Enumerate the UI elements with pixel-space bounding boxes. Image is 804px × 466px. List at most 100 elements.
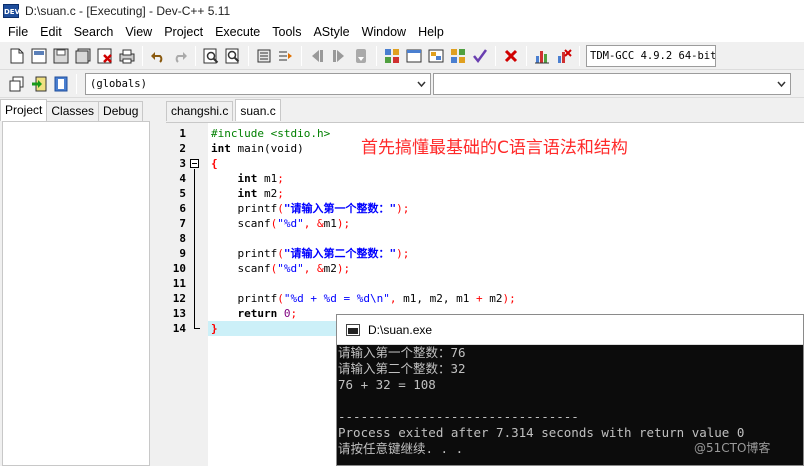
goto-line-button[interactable] xyxy=(276,46,296,66)
code-line-6: printf("请输入第一个整数："); xyxy=(237,202,410,215)
console-line: Process exited after 7.314 seconds with … xyxy=(338,425,745,440)
close-file-icon xyxy=(97,48,112,63)
toolbar-separator xyxy=(76,73,77,94)
undo-icon xyxy=(151,51,163,63)
fold-line xyxy=(194,169,195,328)
app-icon: DEV xyxy=(3,4,20,18)
title-bar: DEV D:\suan.c - [Executing] - Dev-C++ 5.… xyxy=(0,0,804,22)
replace-button[interactable] xyxy=(223,46,243,66)
add-to-project-button[interactable] xyxy=(29,74,49,94)
menu-edit[interactable]: Edit xyxy=(34,22,68,42)
chevron-down-icon xyxy=(417,81,426,87)
save-button[interactable] xyxy=(51,46,71,66)
undo-button[interactable] xyxy=(148,46,168,66)
bar-chart-icon xyxy=(535,50,549,63)
menu-project[interactable]: Project xyxy=(158,22,209,42)
console-line: -------------------------------- xyxy=(338,409,579,424)
toolbar-separator xyxy=(376,45,377,66)
project-options-button[interactable] xyxy=(51,74,71,94)
new-file-icon xyxy=(10,48,24,63)
tab-project[interactable]: Project xyxy=(0,99,48,121)
tab-debug[interactable]: Debug xyxy=(98,101,144,121)
left-panel: Project Classes Debug xyxy=(0,98,163,466)
new-project-button[interactable] xyxy=(7,74,27,94)
compiler-select[interactable]: TDM-GCC 4.9.2 64-bit Release xyxy=(586,44,716,67)
tab-classes[interactable]: Classes xyxy=(46,101,100,121)
menu-help[interactable]: Help xyxy=(412,22,450,42)
line-number: 2 xyxy=(179,142,186,155)
code-line-3: { xyxy=(211,157,218,170)
menu-search[interactable]: Search xyxy=(68,22,120,42)
indent-button[interactable] xyxy=(254,46,274,66)
menu-file[interactable]: File xyxy=(2,22,34,42)
console-line: 76 + 32 = 108 xyxy=(338,377,436,392)
line-number: 13 xyxy=(172,307,186,320)
fold-toggle[interactable] xyxy=(190,159,199,168)
print-button[interactable] xyxy=(117,46,137,66)
syntax-check-button[interactable] xyxy=(470,46,490,66)
save-all-button[interactable] xyxy=(73,46,93,66)
bookmark-button[interactable] xyxy=(351,46,371,66)
line-number: 1 xyxy=(179,127,186,140)
menu-execute[interactable]: Execute xyxy=(209,22,266,42)
toolbar-separator xyxy=(248,45,249,66)
run-button[interactable] xyxy=(404,46,424,66)
console-line: 请输入第二个整数：32 xyxy=(338,361,466,376)
line-number: 11 xyxy=(172,277,186,290)
add-arrow-icon xyxy=(32,76,47,91)
profile-button[interactable] xyxy=(532,46,552,66)
run-icon xyxy=(406,49,422,62)
redo-button[interactable] xyxy=(170,46,190,66)
rebuild-button[interactable] xyxy=(448,46,468,66)
console-icon xyxy=(346,323,360,336)
line-gutter: 1 2 3 4 5 6 7 8 9 10 11 12 13 14 xyxy=(166,123,208,466)
line-number: 12 xyxy=(172,292,186,305)
next-page-icon xyxy=(333,49,344,62)
line-number: 3 xyxy=(179,157,186,170)
console-line: 请输入第一个整数：76 xyxy=(338,345,466,360)
find-button[interactable] xyxy=(201,46,221,66)
new-file-button[interactable] xyxy=(7,46,27,66)
toolbar-separator xyxy=(495,45,496,66)
menu-tools[interactable]: Tools xyxy=(266,22,307,42)
open-icon xyxy=(31,48,47,63)
tab-changshi-c[interactable]: changshi.c xyxy=(166,101,234,121)
window-title: D:\suan.c - [Executing] - Dev-C++ 5.11 xyxy=(25,4,231,18)
project-icon xyxy=(9,76,24,91)
compile-run-icon xyxy=(428,49,444,62)
delete-profile-button[interactable] xyxy=(554,46,574,66)
code-line-13: return 0; xyxy=(237,307,298,320)
menu-astyle[interactable]: AStyle xyxy=(307,22,355,42)
compile-icon xyxy=(385,48,399,63)
menu-window[interactable]: Window xyxy=(356,22,412,42)
close-file-button[interactable] xyxy=(95,46,115,66)
options-icon xyxy=(54,76,68,91)
stop-execution-button[interactable] xyxy=(501,46,521,66)
code-line-2: int main(void) xyxy=(211,142,304,155)
code-line-9: printf("请输入第二个整数："); xyxy=(237,247,410,260)
globals-dropdown[interactable]: (globals) xyxy=(85,72,431,95)
prev-page-button[interactable] xyxy=(307,46,327,66)
compile-run-button[interactable] xyxy=(426,46,446,66)
open-button[interactable] xyxy=(29,46,49,66)
delete-profile-icon xyxy=(558,48,572,63)
toolbar-separator xyxy=(195,45,196,66)
members-dropdown[interactable] xyxy=(433,72,791,95)
tab-suan-c[interactable]: suan.c xyxy=(235,99,281,121)
stop-x-icon xyxy=(504,49,518,62)
checkmark-icon xyxy=(473,48,488,63)
replace-icon xyxy=(225,48,240,63)
menu-view[interactable]: View xyxy=(119,22,158,42)
save-icon xyxy=(53,48,69,63)
next-page-button[interactable] xyxy=(329,46,349,66)
find-icon xyxy=(203,48,219,63)
main-toolbar: TDM-GCC 4.9.2 64-bit Release xyxy=(0,42,804,70)
line-number: 14 xyxy=(172,322,186,335)
project-tree[interactable] xyxy=(2,121,150,466)
annotation-text: 首先搞懂最基础的C语言语法和结构 xyxy=(361,138,628,158)
goto-line-icon xyxy=(279,51,292,60)
fold-end xyxy=(194,328,200,329)
console-title-bar[interactable]: D:\suan.exe xyxy=(337,315,803,345)
code-line-10: scanf("%d", &m2); xyxy=(237,262,351,275)
compile-button[interactable] xyxy=(382,46,402,66)
